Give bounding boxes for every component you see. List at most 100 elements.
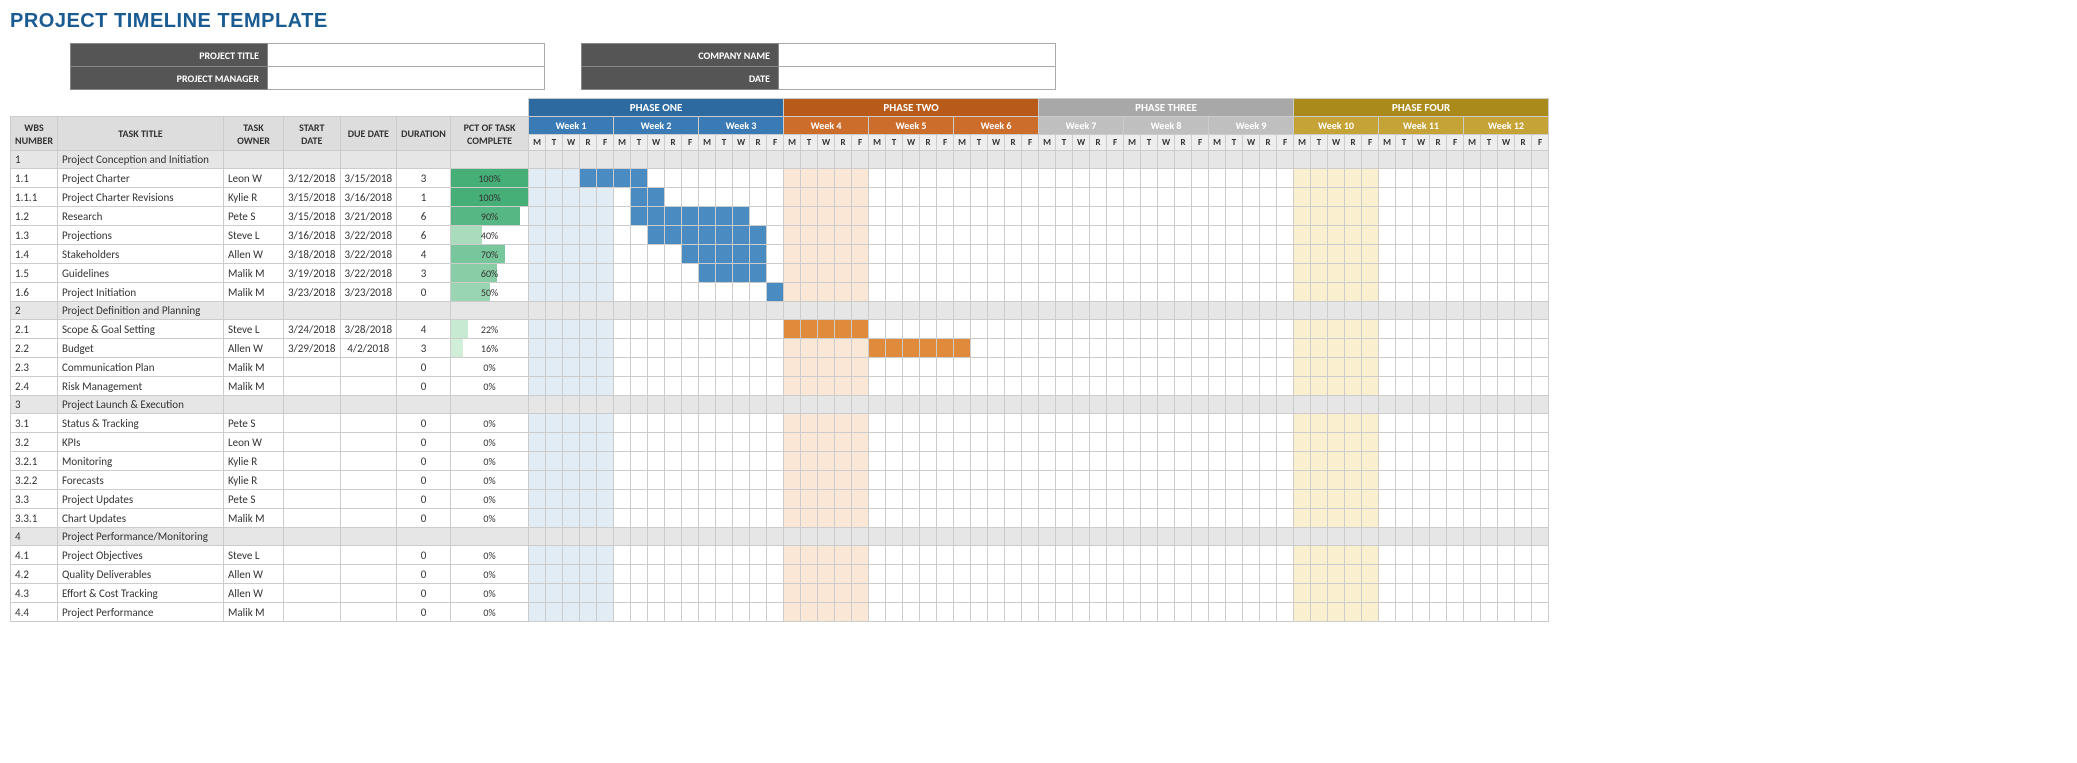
gantt-cell[interactable] — [716, 452, 733, 471]
cell-title[interactable]: Budget — [57, 339, 223, 358]
gantt-cell[interactable] — [1243, 151, 1260, 169]
gantt-cell[interactable] — [1226, 603, 1243, 622]
gantt-cell[interactable] — [1243, 509, 1260, 528]
gantt-cell[interactable] — [1328, 433, 1345, 452]
gantt-cell[interactable] — [631, 264, 648, 283]
gantt-cell[interactable] — [1243, 603, 1260, 622]
gantt-cell[interactable] — [597, 509, 614, 528]
cell-start[interactable] — [283, 452, 340, 471]
gantt-cell[interactable] — [1022, 169, 1039, 188]
cell-wbs[interactable]: 2.3 — [11, 358, 58, 377]
gantt-cell[interactable] — [1396, 358, 1413, 377]
gantt-cell[interactable] — [1311, 396, 1328, 414]
gantt-cell[interactable] — [886, 471, 903, 490]
gantt-cell[interactable] — [1532, 377, 1549, 396]
gantt-cell[interactable] — [835, 226, 852, 245]
gantt-cell[interactable] — [1396, 226, 1413, 245]
gantt-cell[interactable] — [818, 377, 835, 396]
gantt-cell[interactable] — [1226, 169, 1243, 188]
gantt-cell[interactable] — [1430, 169, 1447, 188]
gantt-cell[interactable] — [971, 490, 988, 509]
gantt-cell[interactable] — [988, 603, 1005, 622]
gantt-cell[interactable] — [1396, 207, 1413, 226]
gantt-cell[interactable] — [852, 151, 869, 169]
gantt-cell[interactable] — [1124, 565, 1141, 584]
gantt-cell[interactable] — [1294, 509, 1311, 528]
gantt-cell[interactable] — [818, 188, 835, 207]
gantt-cell[interactable] — [1328, 226, 1345, 245]
gantt-cell[interactable] — [1277, 226, 1294, 245]
cell-dur[interactable]: 0 — [397, 490, 451, 509]
gantt-cell[interactable] — [1362, 207, 1379, 226]
gantt-cell[interactable] — [801, 471, 818, 490]
gantt-cell[interactable] — [682, 396, 699, 414]
gantt-cell[interactable] — [1209, 245, 1226, 264]
gantt-cell[interactable] — [1090, 188, 1107, 207]
gantt-cell[interactable] — [1056, 226, 1073, 245]
gantt-cell[interactable] — [699, 264, 716, 283]
gantt-cell[interactable] — [614, 188, 631, 207]
gantt-cell[interactable] — [1243, 414, 1260, 433]
gantt-cell[interactable] — [1277, 302, 1294, 320]
gantt-cell[interactable] — [988, 320, 1005, 339]
gantt-cell[interactable] — [1362, 151, 1379, 169]
gantt-cell[interactable] — [1379, 509, 1396, 528]
gantt-cell[interactable] — [886, 226, 903, 245]
cell-title[interactable]: Project Objectives — [57, 546, 223, 565]
gantt-cell[interactable] — [954, 433, 971, 452]
gantt-cell[interactable] — [1430, 207, 1447, 226]
cell-wbs[interactable]: 2.1 — [11, 320, 58, 339]
gantt-cell[interactable] — [1056, 377, 1073, 396]
gantt-cell[interactable] — [1311, 226, 1328, 245]
cell-owner[interactable]: Malik M — [223, 603, 283, 622]
gantt-cell[interactable] — [529, 490, 546, 509]
cell-wbs[interactable]: 4 — [11, 528, 58, 546]
cell-pct[interactable]: 0% — [451, 490, 529, 509]
gantt-cell[interactable] — [1107, 169, 1124, 188]
gantt-cell[interactable] — [546, 264, 563, 283]
gantt-cell[interactable] — [614, 226, 631, 245]
gantt-cell[interactable] — [716, 151, 733, 169]
gantt-cell[interactable] — [1362, 396, 1379, 414]
gantt-cell[interactable] — [546, 490, 563, 509]
gantt-cell[interactable] — [1345, 207, 1362, 226]
gantt-cell[interactable] — [903, 339, 920, 358]
gantt-cell[interactable] — [563, 264, 580, 283]
gantt-cell[interactable] — [580, 339, 597, 358]
gantt-cell[interactable] — [648, 584, 665, 603]
gantt-cell[interactable] — [699, 490, 716, 509]
gantt-cell[interactable] — [1413, 433, 1430, 452]
gantt-cell[interactable] — [631, 603, 648, 622]
gantt-cell[interactable] — [665, 528, 682, 546]
gantt-cell[interactable] — [1243, 264, 1260, 283]
gantt-cell[interactable] — [648, 414, 665, 433]
cell-pct[interactable]: 0% — [451, 603, 529, 622]
gantt-cell[interactable] — [1413, 490, 1430, 509]
gantt-cell[interactable] — [597, 414, 614, 433]
gantt-cell[interactable] — [971, 245, 988, 264]
gantt-cell[interactable] — [971, 452, 988, 471]
gantt-cell[interactable] — [1005, 264, 1022, 283]
gantt-cell[interactable] — [750, 169, 767, 188]
gantt-cell[interactable] — [631, 471, 648, 490]
gantt-cell[interactable] — [733, 358, 750, 377]
gantt-cell[interactable] — [835, 471, 852, 490]
gantt-cell[interactable] — [1430, 320, 1447, 339]
gantt-cell[interactable] — [1056, 414, 1073, 433]
gantt-cell[interactable] — [920, 509, 937, 528]
gantt-cell[interactable] — [920, 528, 937, 546]
gantt-cell[interactable] — [750, 471, 767, 490]
gantt-cell[interactable] — [1328, 603, 1345, 622]
gantt-cell[interactable] — [1345, 603, 1362, 622]
gantt-cell[interactable] — [529, 433, 546, 452]
gantt-cell[interactable] — [529, 264, 546, 283]
cell-owner[interactable]: Allen W — [223, 584, 283, 603]
gantt-cell[interactable] — [1481, 377, 1498, 396]
gantt-cell[interactable] — [1243, 339, 1260, 358]
gantt-cell[interactable] — [767, 188, 784, 207]
gantt-cell[interactable] — [1090, 490, 1107, 509]
gantt-cell[interactable] — [1379, 377, 1396, 396]
gantt-cell[interactable] — [971, 377, 988, 396]
gantt-cell[interactable] — [869, 584, 886, 603]
cell-due[interactable] — [340, 471, 397, 490]
